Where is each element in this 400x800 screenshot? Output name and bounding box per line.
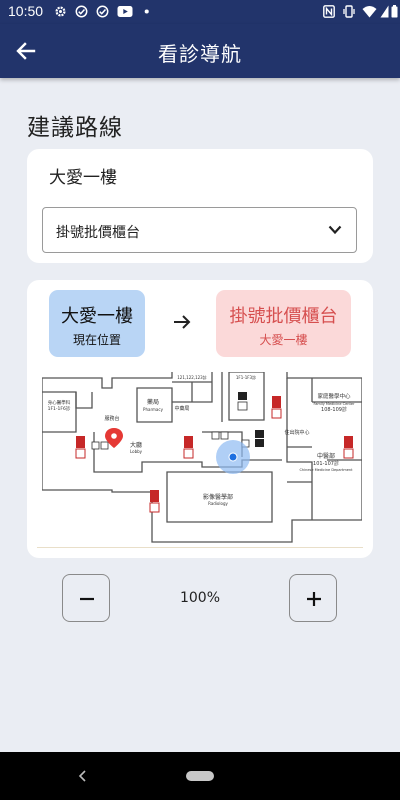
map-label-acm: 家庭醫學中心: [317, 392, 351, 400]
plus-icon: [307, 592, 321, 606]
route-map-card: 大愛一樓 現在位置 掛號批價櫃台 大愛一樓 藥局 Pharmacy 大廳 Lob…: [27, 280, 373, 558]
check-circle-icon: [96, 5, 109, 18]
settings-icon: [55, 6, 66, 17]
zoom-out-button[interactable]: [62, 574, 110, 622]
map-label-top-clinic2: 1F1-1F3診: [236, 374, 256, 380]
map-label-acm-en: Family Medicine Center: [314, 402, 355, 406]
page-title: 看診導航: [158, 42, 242, 66]
arrow-right-icon: [174, 315, 191, 329]
nav-home-pill[interactable]: [186, 771, 214, 781]
origin-sub: 現在位置: [72, 333, 121, 347]
check-circle-icon: [75, 5, 88, 18]
youtube-icon: [117, 6, 133, 17]
map-label-tcm-en: Chinese Medicine Department: [299, 468, 353, 472]
map-label-top-clinic: 121,122,123診: [177, 374, 206, 380]
map-label-tcm-clinic: 101-107診: [313, 460, 339, 467]
chevron-down-icon: [328, 225, 342, 235]
zoom-level: 100%: [179, 590, 221, 606]
nav-back-icon[interactable]: [76, 768, 88, 784]
map-label-radiology: 影像醫學部: [203, 493, 233, 501]
vibrate-icon: [343, 5, 355, 18]
section-title: 建議路線: [27, 115, 123, 141]
map-label-dialysis: 住出院中心: [284, 429, 309, 436]
floor-label: 大愛一樓: [49, 168, 117, 188]
map-divider: [37, 547, 363, 548]
route-destination: 掛號批價櫃台 大愛一樓: [216, 290, 351, 357]
minus-icon: [80, 597, 94, 601]
map-label-tcm: 中醫部: [317, 452, 335, 460]
map-label-lobby: 大廳: [130, 441, 142, 449]
map-label-service: 服務台: [104, 415, 119, 422]
battery-icon: [391, 5, 398, 18]
wifi-icon: [362, 6, 377, 18]
current-position-dot: [228, 452, 238, 462]
dot-icon: [144, 9, 149, 14]
zoom-in-button[interactable]: [289, 574, 337, 622]
map-label-left-clinic-rooms: 1F1-1F6診: [48, 405, 71, 412]
destination-sub: 大愛一樓: [259, 333, 308, 347]
status-time: 10:50: [8, 3, 44, 19]
map-label-left-clinic: 身心醫學科: [48, 399, 71, 406]
map-label-pharmacy-en: Pharmacy: [143, 407, 164, 412]
route-origin: 大愛一樓 現在位置: [49, 290, 145, 357]
nfc-icon: [323, 5, 335, 18]
destination-card: 大愛一樓 掛號批價櫃台: [27, 149, 373, 263]
signal-icon: [380, 5, 389, 18]
origin-name: 大愛一樓: [61, 306, 133, 327]
destination-dropdown[interactable]: 掛號批價櫃台: [42, 207, 357, 253]
map-label-lobby-en: Lobby: [130, 449, 143, 454]
map-label-pharm2: 中藥局: [174, 405, 189, 412]
destination-name: 掛號批價櫃台: [229, 306, 338, 327]
dropdown-value: 掛號批價櫃台: [56, 225, 140, 241]
floor-map[interactable]: 藥局 Pharmacy 大廳 Lobby 影像醫學部 Radiology 中醫部…: [42, 372, 362, 544]
app-bar: 看診導航: [0, 24, 400, 78]
map-label-pharmacy: 藥局: [147, 398, 159, 406]
map-label-acm-clinic: 108-109診: [321, 406, 347, 413]
map-label-radiology-en: Radiology: [208, 501, 228, 506]
status-bar: 10:50: [0, 0, 400, 24]
